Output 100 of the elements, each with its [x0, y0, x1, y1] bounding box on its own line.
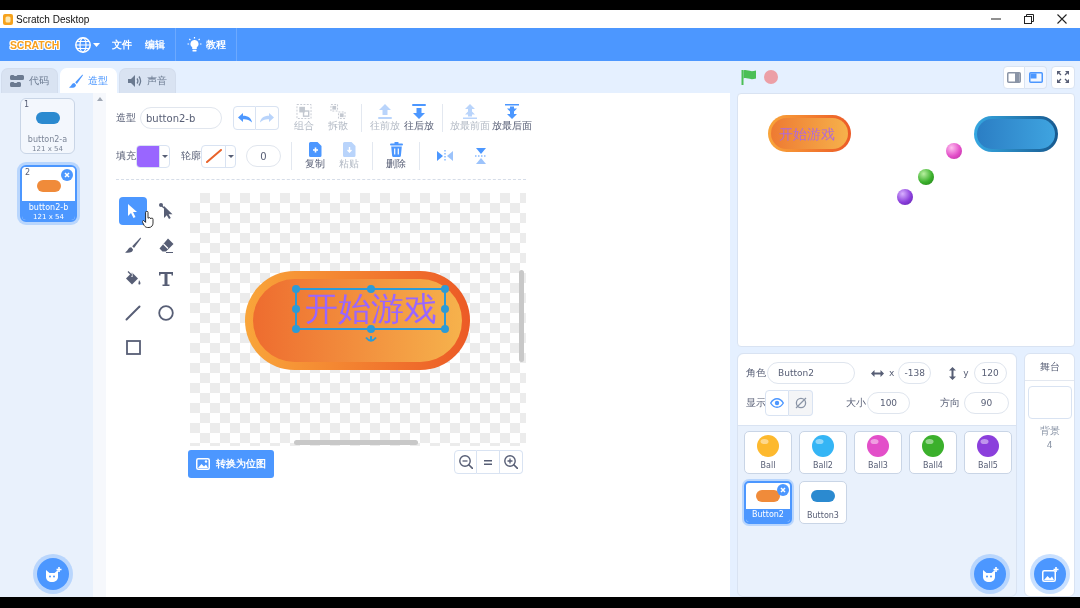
fullscreen-icon [1057, 71, 1069, 83]
outline-label: 轮廓 [181, 149, 201, 163]
backward-button[interactable]: 往后放 [402, 104, 436, 132]
size-field[interactable]: 100 [867, 392, 910, 414]
scroll-up-icon[interactable] [96, 97, 103, 101]
x-field[interactable]: -138 [898, 362, 932, 384]
resize-handle[interactable] [366, 325, 375, 333]
brush-icon [125, 237, 141, 253]
costume-label: 造型 [116, 111, 136, 125]
eye-slash-icon [794, 397, 807, 409]
sprite-card[interactable]: Button3 [799, 481, 847, 524]
stop-icon[interactable] [764, 70, 778, 84]
add-sprite-button[interactable] [974, 558, 1006, 590]
resize-handle[interactable] [292, 305, 300, 313]
equals-icon [484, 459, 492, 465]
y-label: y [963, 368, 969, 378]
picture-plus-icon [1041, 566, 1059, 582]
add-costume-button[interactable] [37, 558, 69, 590]
hide-button[interactable] [789, 390, 813, 416]
lightbulb-icon [187, 37, 203, 52]
cat-plus-icon [981, 566, 999, 582]
costume-number: 1 [24, 100, 30, 109]
resize-handle[interactable] [441, 305, 449, 313]
resize-handle[interactable] [292, 325, 300, 333]
outline-color-button[interactable] [201, 144, 236, 168]
resize-handle[interactable] [441, 325, 449, 333]
globe-icon [75, 36, 92, 53]
y-field[interactable]: 120 [973, 362, 1007, 384]
document-arrow-icon [342, 142, 356, 157]
delete-button[interactable]: 删除 [379, 142, 413, 170]
arrow-pointer-icon [127, 203, 139, 219]
maximize-icon[interactable] [1024, 14, 1034, 24]
costume-name: button2-a [27, 134, 68, 145]
eye-icon [770, 398, 784, 408]
language-button[interactable] [75, 36, 101, 53]
document-plus-icon [308, 142, 322, 157]
sprite-card[interactable]: Ball5 [964, 431, 1012, 474]
copy-button[interactable]: 复制 [298, 142, 332, 170]
stage-pane-title: 舞台 [1025, 354, 1074, 381]
brush-icon [69, 74, 83, 88]
sprite-card[interactable]: Ball2 [799, 431, 847, 474]
fill-color-button[interactable] [136, 144, 170, 168]
caret-icon [161, 154, 168, 158]
pointer-with-node-icon [158, 203, 174, 219]
circle-icon [158, 305, 174, 321]
direction-field[interactable]: 90 [964, 392, 1009, 414]
costume-number: 2 [25, 168, 31, 177]
rotate-handle-icon[interactable] [364, 336, 377, 344]
delete-icon[interactable] [777, 484, 789, 496]
sprite-name: Ball3 [867, 460, 889, 472]
slash-icon [205, 149, 222, 163]
zoom-in-button[interactable] [500, 450, 523, 474]
delete-icon[interactable] [61, 169, 73, 181]
ball-sprite [946, 143, 962, 159]
window-title: Scratch Desktop [16, 13, 90, 25]
sprite-label: 角色 [746, 366, 766, 380]
speaker-icon [128, 75, 142, 87]
backdrops-label: 背景 [1039, 424, 1060, 438]
costume-name: button2-b [28, 202, 69, 213]
sprite-name-field[interactable]: Button2 [767, 362, 855, 384]
group-icon [296, 104, 312, 119]
fullscreen-button[interactable] [1051, 65, 1075, 89]
resize-handle[interactable] [441, 285, 449, 293]
close-icon[interactable] [1057, 14, 1067, 24]
sprite-name: Ball4 [922, 460, 944, 472]
zoom-reset-button[interactable] [477, 450, 500, 474]
vertical-scrollbar[interactable] [519, 270, 524, 362]
back-button[interactable]: 放最后面 [491, 104, 533, 132]
double-down-arrow-icon [505, 104, 519, 119]
large-stage-button[interactable] [1025, 65, 1047, 89]
paint-bucket-icon [125, 271, 141, 287]
ungroup-icon [330, 104, 346, 119]
redo-icon [260, 113, 274, 123]
cat-plus-icon [44, 566, 62, 582]
select-tool[interactable] [119, 197, 147, 225]
size-label: 大小 [846, 396, 866, 410]
sounds-tab[interactable]: 声音 [119, 68, 176, 93]
down-arrow-icon [412, 104, 426, 119]
code-tab[interactable]: 代码 [1, 68, 58, 93]
sprite-card[interactable]: Ball [744, 431, 792, 474]
sprite-card[interactable]: Ball3 [854, 431, 902, 474]
image-icon [196, 458, 210, 470]
trash-icon [389, 142, 403, 157]
sprite-name: Ball [759, 460, 777, 472]
code-blocks-icon [10, 75, 24, 87]
line-icon [125, 305, 141, 321]
add-backdrop-button[interactable] [1034, 558, 1066, 590]
small-stage-button[interactable] [1003, 65, 1025, 89]
zoom-in-icon [504, 455, 518, 469]
resize-handle[interactable] [366, 285, 375, 293]
sprite-card[interactable]: Ball4 [909, 431, 957, 474]
show-button[interactable] [765, 390, 789, 416]
backdrop-thumbnail[interactable] [1027, 386, 1072, 419]
flag-icon[interactable] [741, 69, 756, 85]
zoom-out-button[interactable] [454, 450, 477, 474]
zoom-out-icon [458, 455, 473, 469]
horizontal-scrollbar[interactable] [294, 440, 418, 445]
undo-button[interactable] [233, 106, 256, 130]
resize-handle[interactable] [292, 285, 300, 293]
eraser-icon [158, 237, 174, 253]
